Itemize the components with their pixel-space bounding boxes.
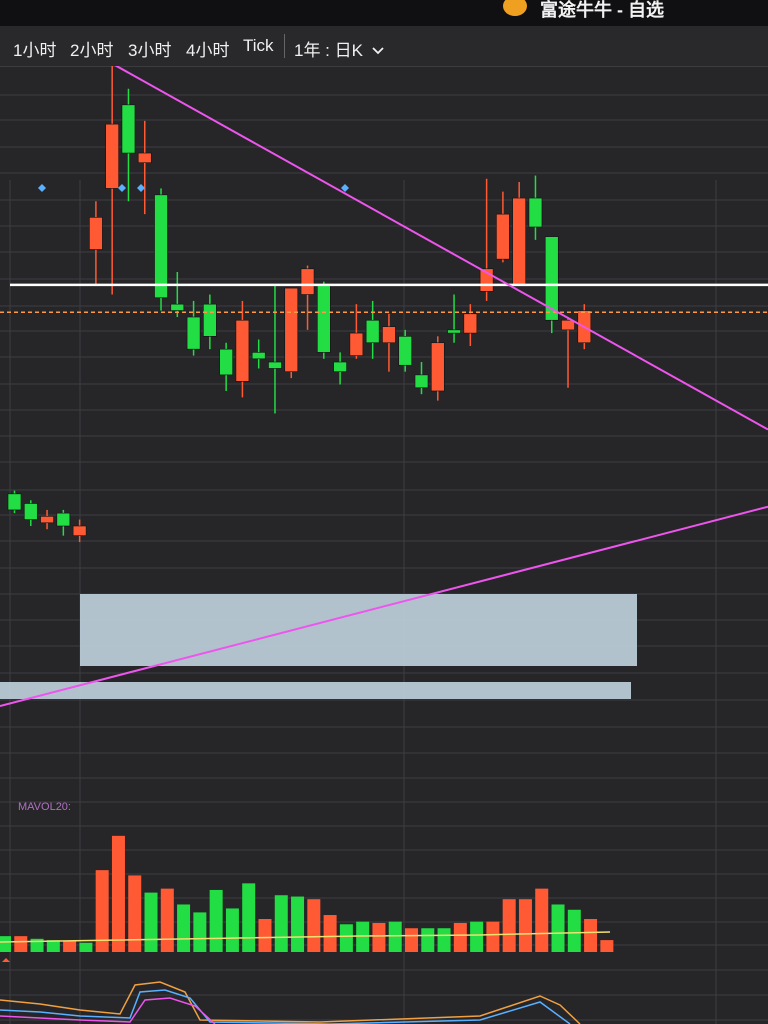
volume-bar bbox=[535, 888, 549, 952]
volume-bar bbox=[600, 940, 614, 952]
candle-up bbox=[72, 525, 87, 536]
candle-down bbox=[365, 319, 380, 344]
candle-up bbox=[284, 287, 299, 372]
candle-down bbox=[121, 104, 136, 154]
event-marker bbox=[118, 184, 126, 192]
candle-up bbox=[496, 213, 510, 260]
volume-bar bbox=[291, 896, 305, 952]
candle-down bbox=[203, 303, 217, 337]
volume-bar bbox=[209, 889, 223, 952]
interval-tick-button[interactable]: Tick bbox=[243, 36, 274, 56]
candle-down bbox=[544, 236, 559, 321]
event-marker bbox=[341, 184, 349, 192]
candle-down bbox=[447, 329, 461, 334]
candle-up bbox=[349, 332, 364, 356]
candle-down bbox=[186, 316, 201, 350]
interval-2h-button[interactable]: 2小时 bbox=[70, 36, 113, 61]
volume-bar bbox=[258, 919, 272, 952]
range-label: 1年 : 日K bbox=[294, 41, 363, 60]
candle-up bbox=[89, 217, 103, 250]
volume-bar bbox=[14, 936, 28, 952]
candle-down bbox=[268, 361, 282, 369]
candle-up bbox=[463, 313, 478, 334]
range-dropdown[interactable]: 1年 : 日K bbox=[294, 36, 384, 61]
volume-bar bbox=[0, 936, 11, 952]
candle-down bbox=[56, 512, 71, 527]
volume-bar bbox=[160, 888, 174, 952]
title-bar: 富途牛牛 - 自选 bbox=[0, 0, 768, 26]
volume-bar bbox=[177, 904, 191, 952]
candle-up bbox=[512, 197, 526, 286]
volume-bar bbox=[388, 921, 402, 952]
candle-up bbox=[105, 123, 119, 189]
candle-up bbox=[561, 319, 575, 331]
event-marker bbox=[38, 184, 46, 192]
volume-bar bbox=[225, 908, 239, 952]
volume-bar bbox=[144, 892, 158, 952]
volume-bar bbox=[79, 942, 93, 952]
candle-up bbox=[137, 152, 152, 163]
candle-down bbox=[219, 348, 233, 376]
volume-bar bbox=[437, 928, 451, 952]
app-title: 富途牛牛 - 自选 bbox=[540, 0, 664, 20]
candle-down bbox=[333, 361, 347, 372]
candle-down bbox=[528, 197, 543, 228]
volume-bars bbox=[0, 835, 614, 952]
volume-bar bbox=[339, 924, 353, 952]
candle-up bbox=[382, 326, 396, 344]
candle-up bbox=[40, 516, 54, 524]
volume-bar bbox=[193, 912, 207, 952]
volume-marker bbox=[2, 958, 10, 962]
volume-bar bbox=[323, 915, 337, 952]
volume-bar bbox=[372, 922, 386, 952]
candle-up bbox=[235, 319, 250, 382]
volume-bar bbox=[518, 899, 532, 952]
volume-bar bbox=[63, 941, 77, 952]
support-zones bbox=[0, 594, 637, 699]
support-zone bbox=[0, 682, 631, 699]
volume-bar bbox=[111, 835, 125, 952]
candle-down bbox=[398, 336, 413, 366]
indicator-line bbox=[0, 981, 581, 1024]
chevron-down-icon bbox=[372, 47, 384, 55]
candle-down bbox=[23, 503, 38, 520]
toolbar-divider bbox=[284, 34, 285, 58]
volume-indicator-label: MAVOL20: bbox=[18, 801, 71, 813]
volume-bar bbox=[307, 899, 321, 952]
candle-down bbox=[154, 194, 168, 299]
volume-bar bbox=[421, 928, 435, 952]
candle-down bbox=[7, 493, 22, 511]
chart-toolbar: 1小时 2小时 3小时 4小时 Tick 1年 : 日K bbox=[0, 26, 768, 67]
volume-bar bbox=[502, 899, 516, 952]
candle-up bbox=[300, 268, 315, 295]
volume-bar bbox=[453, 922, 467, 952]
candles bbox=[7, 66, 592, 543]
volume-bar bbox=[405, 928, 418, 952]
interval-1h-button[interactable]: 1小时 bbox=[13, 36, 56, 61]
interval-4h-button[interactable]: 4小时 bbox=[186, 36, 229, 61]
volume-bar bbox=[584, 919, 598, 952]
volume-bar bbox=[567, 909, 581, 952]
app-logo-icon bbox=[503, 0, 527, 16]
volume-bar bbox=[274, 895, 288, 952]
interval-3h-button[interactable]: 3小时 bbox=[128, 36, 171, 61]
upper-trendline bbox=[114, 66, 768, 431]
candle-down bbox=[170, 303, 185, 311]
candle-up bbox=[430, 342, 445, 392]
volume-bar bbox=[356, 921, 370, 952]
support-zone bbox=[80, 594, 637, 666]
candle-down bbox=[251, 352, 266, 360]
event-marker bbox=[137, 184, 145, 192]
mavol20-line bbox=[0, 931, 611, 943]
candle-down bbox=[317, 284, 331, 353]
volume-bar bbox=[486, 921, 500, 952]
candlestick-chart[interactable]: 34.00 MAVOL20: bbox=[0, 66, 768, 1024]
volume-bar bbox=[470, 921, 484, 952]
volume-bar bbox=[551, 904, 565, 952]
candle-down bbox=[414, 374, 429, 389]
volume-bar bbox=[242, 883, 256, 952]
